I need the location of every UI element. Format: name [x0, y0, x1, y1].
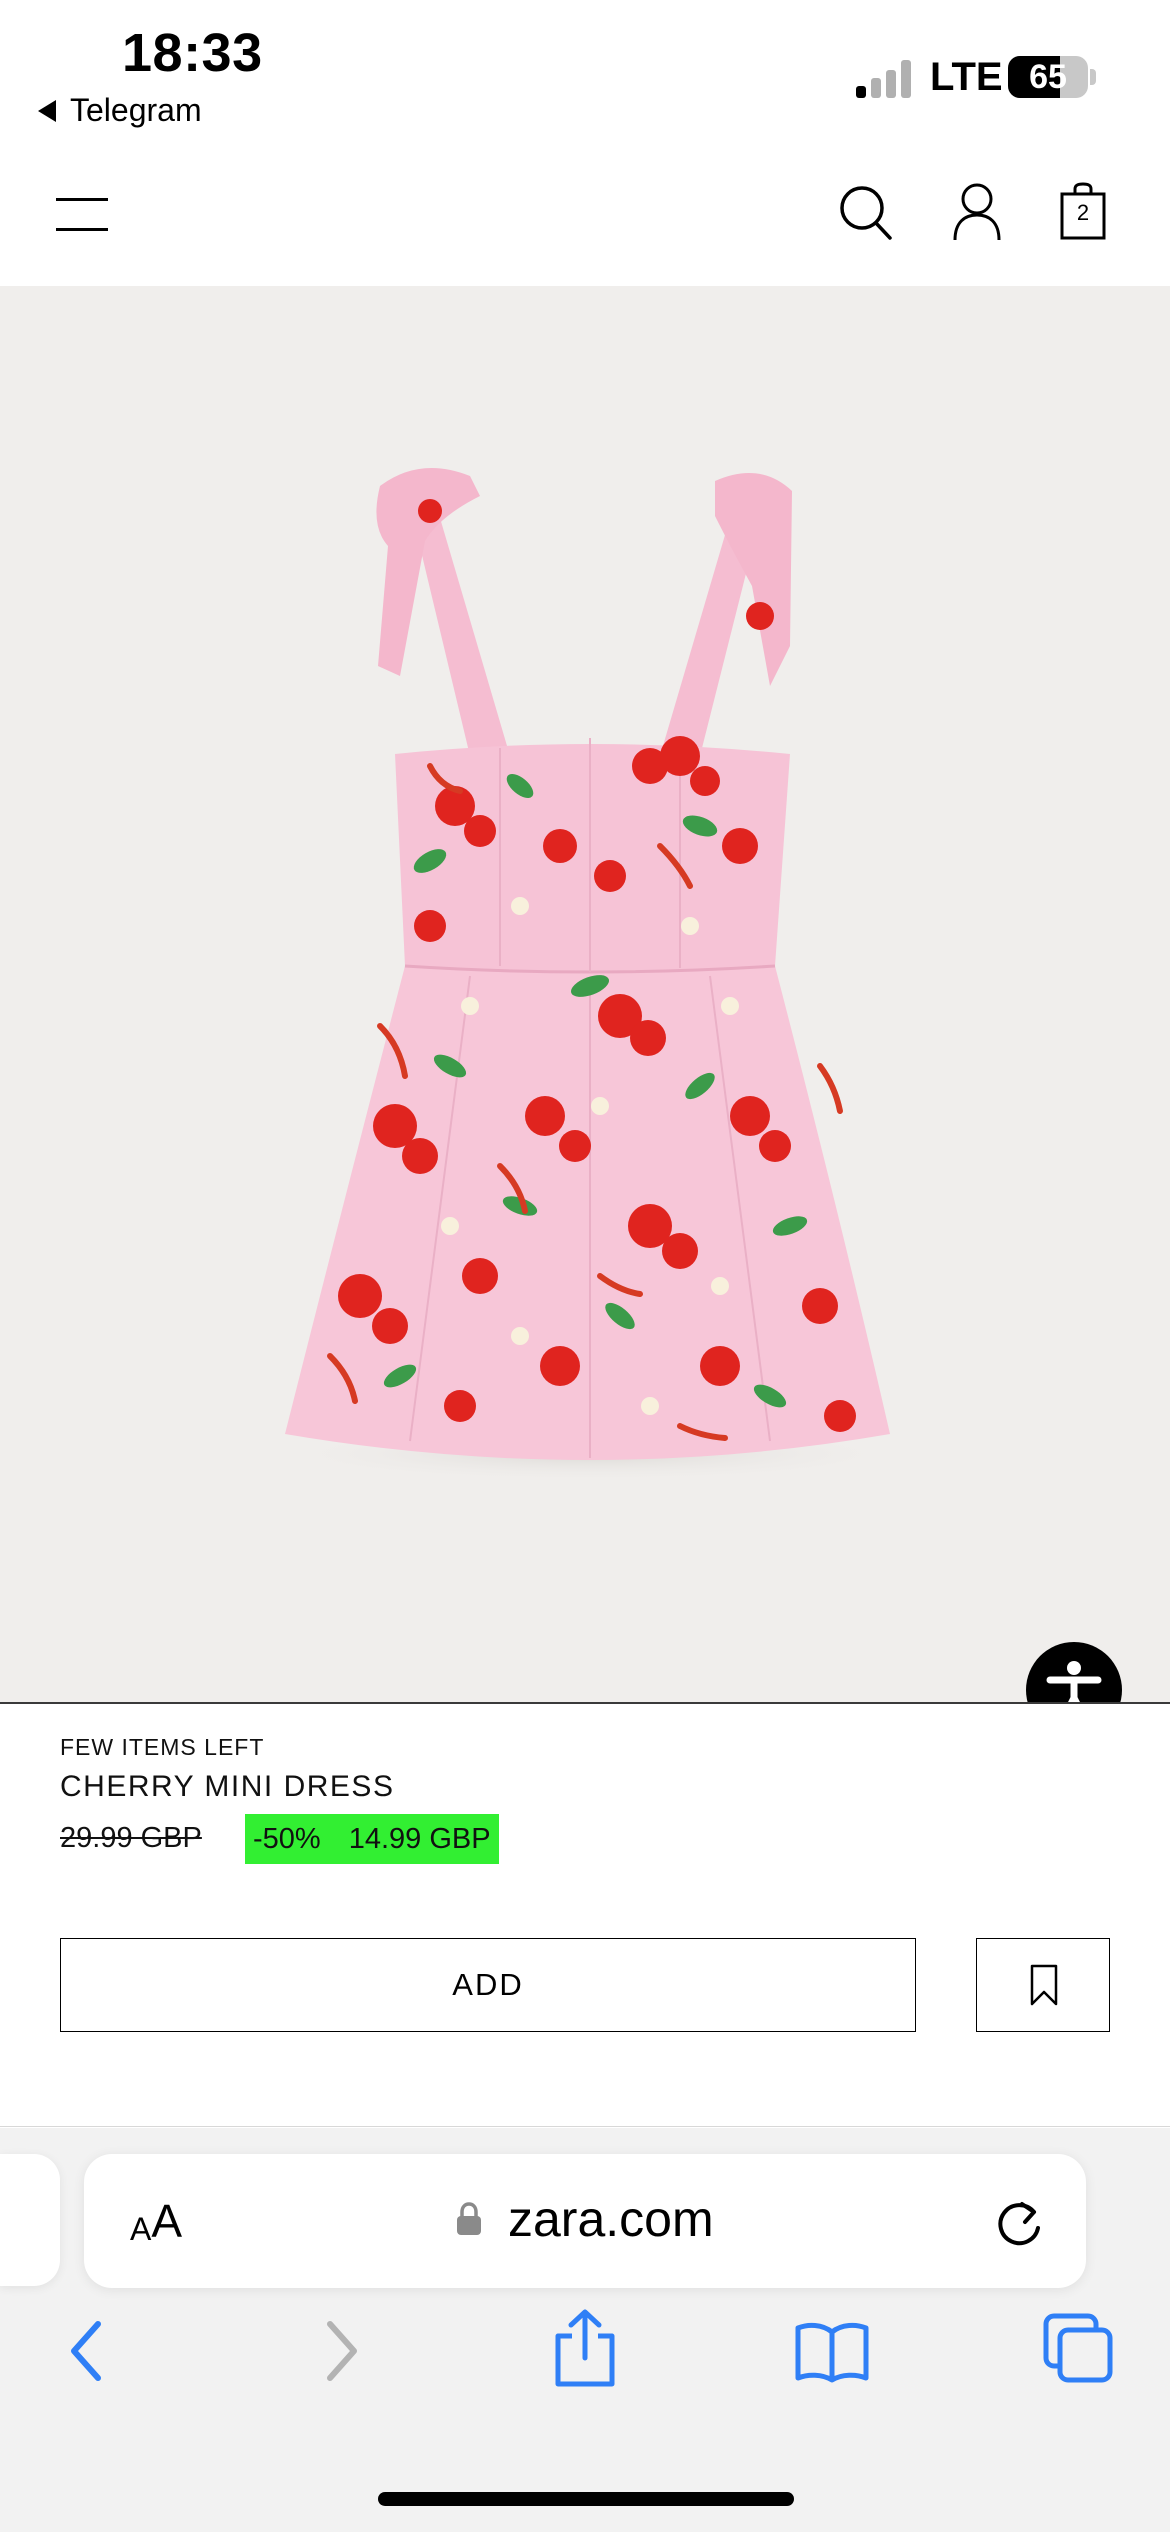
- back-app-label: Telegram: [70, 92, 202, 128]
- cart-count: 2: [1076, 200, 1090, 225]
- url-text[interactable]: zara.com: [508, 2190, 714, 2248]
- back-to-app-button[interactable]: Telegram: [38, 92, 202, 129]
- address-bar[interactable]: A A zara.com: [84, 2154, 1086, 2288]
- add-button[interactable]: ADD: [60, 1938, 916, 2032]
- status-bar: 18:33 Telegram LTE 65: [0, 0, 1170, 140]
- text-size-button[interactable]: A A: [130, 2192, 182, 2248]
- lock-icon: [457, 2202, 481, 2235]
- previous-tab-preview[interactable]: [0, 2154, 60, 2286]
- cellular-signal-icon: [856, 58, 912, 98]
- text-size-large: A: [151, 2195, 183, 2247]
- account-icon[interactable]: [952, 182, 1002, 242]
- share-icon[interactable]: [552, 2308, 618, 2388]
- back-arrow-icon: [38, 99, 56, 122]
- battery-tip: [1090, 69, 1096, 85]
- product-name: CHERRY MINI DRESS: [60, 1770, 395, 1803]
- shopping-bag-icon[interactable]: 2: [1060, 182, 1106, 240]
- back-icon[interactable]: [66, 2318, 106, 2384]
- browser-toolbar: A A zara.com: [0, 2128, 1170, 2532]
- bookmark-icon: [1030, 1964, 1058, 2006]
- bookmarks-icon[interactable]: [794, 2320, 870, 2384]
- search-icon[interactable]: [838, 184, 894, 242]
- sale-price-badge: -50% 14.99 GBP: [245, 1814, 499, 1864]
- forward-icon[interactable]: [322, 2318, 362, 2384]
- wishlist-button[interactable]: [976, 1938, 1110, 2032]
- reload-icon[interactable]: [994, 2194, 1046, 2250]
- home-indicator[interactable]: [378, 2492, 794, 2506]
- text-size-small: A: [130, 2211, 152, 2247]
- battery-percent: 65: [1029, 57, 1067, 96]
- product-info: FEW ITEMS LEFT CHERRY MINI DRESS 29.99 G…: [0, 1704, 1170, 2128]
- discount-label: -50%: [253, 1822, 321, 1855]
- original-price: 29.99 GBP: [60, 1822, 202, 1854]
- sale-price: 14.99 GBP: [348, 1822, 491, 1855]
- menu-icon[interactable]: [56, 190, 112, 234]
- network-type: LTE: [930, 55, 1003, 99]
- product-image[interactable]: [0, 286, 1170, 1738]
- site-header: 2: [0, 140, 1170, 286]
- stock-label: FEW ITEMS LEFT: [60, 1734, 265, 1760]
- dress-image: [270, 468, 910, 1482]
- divider: [0, 2126, 1170, 2127]
- battery-icon: 65: [1008, 56, 1088, 98]
- tabs-icon[interactable]: [1042, 2312, 1114, 2384]
- status-time: 18:33: [122, 23, 263, 83]
